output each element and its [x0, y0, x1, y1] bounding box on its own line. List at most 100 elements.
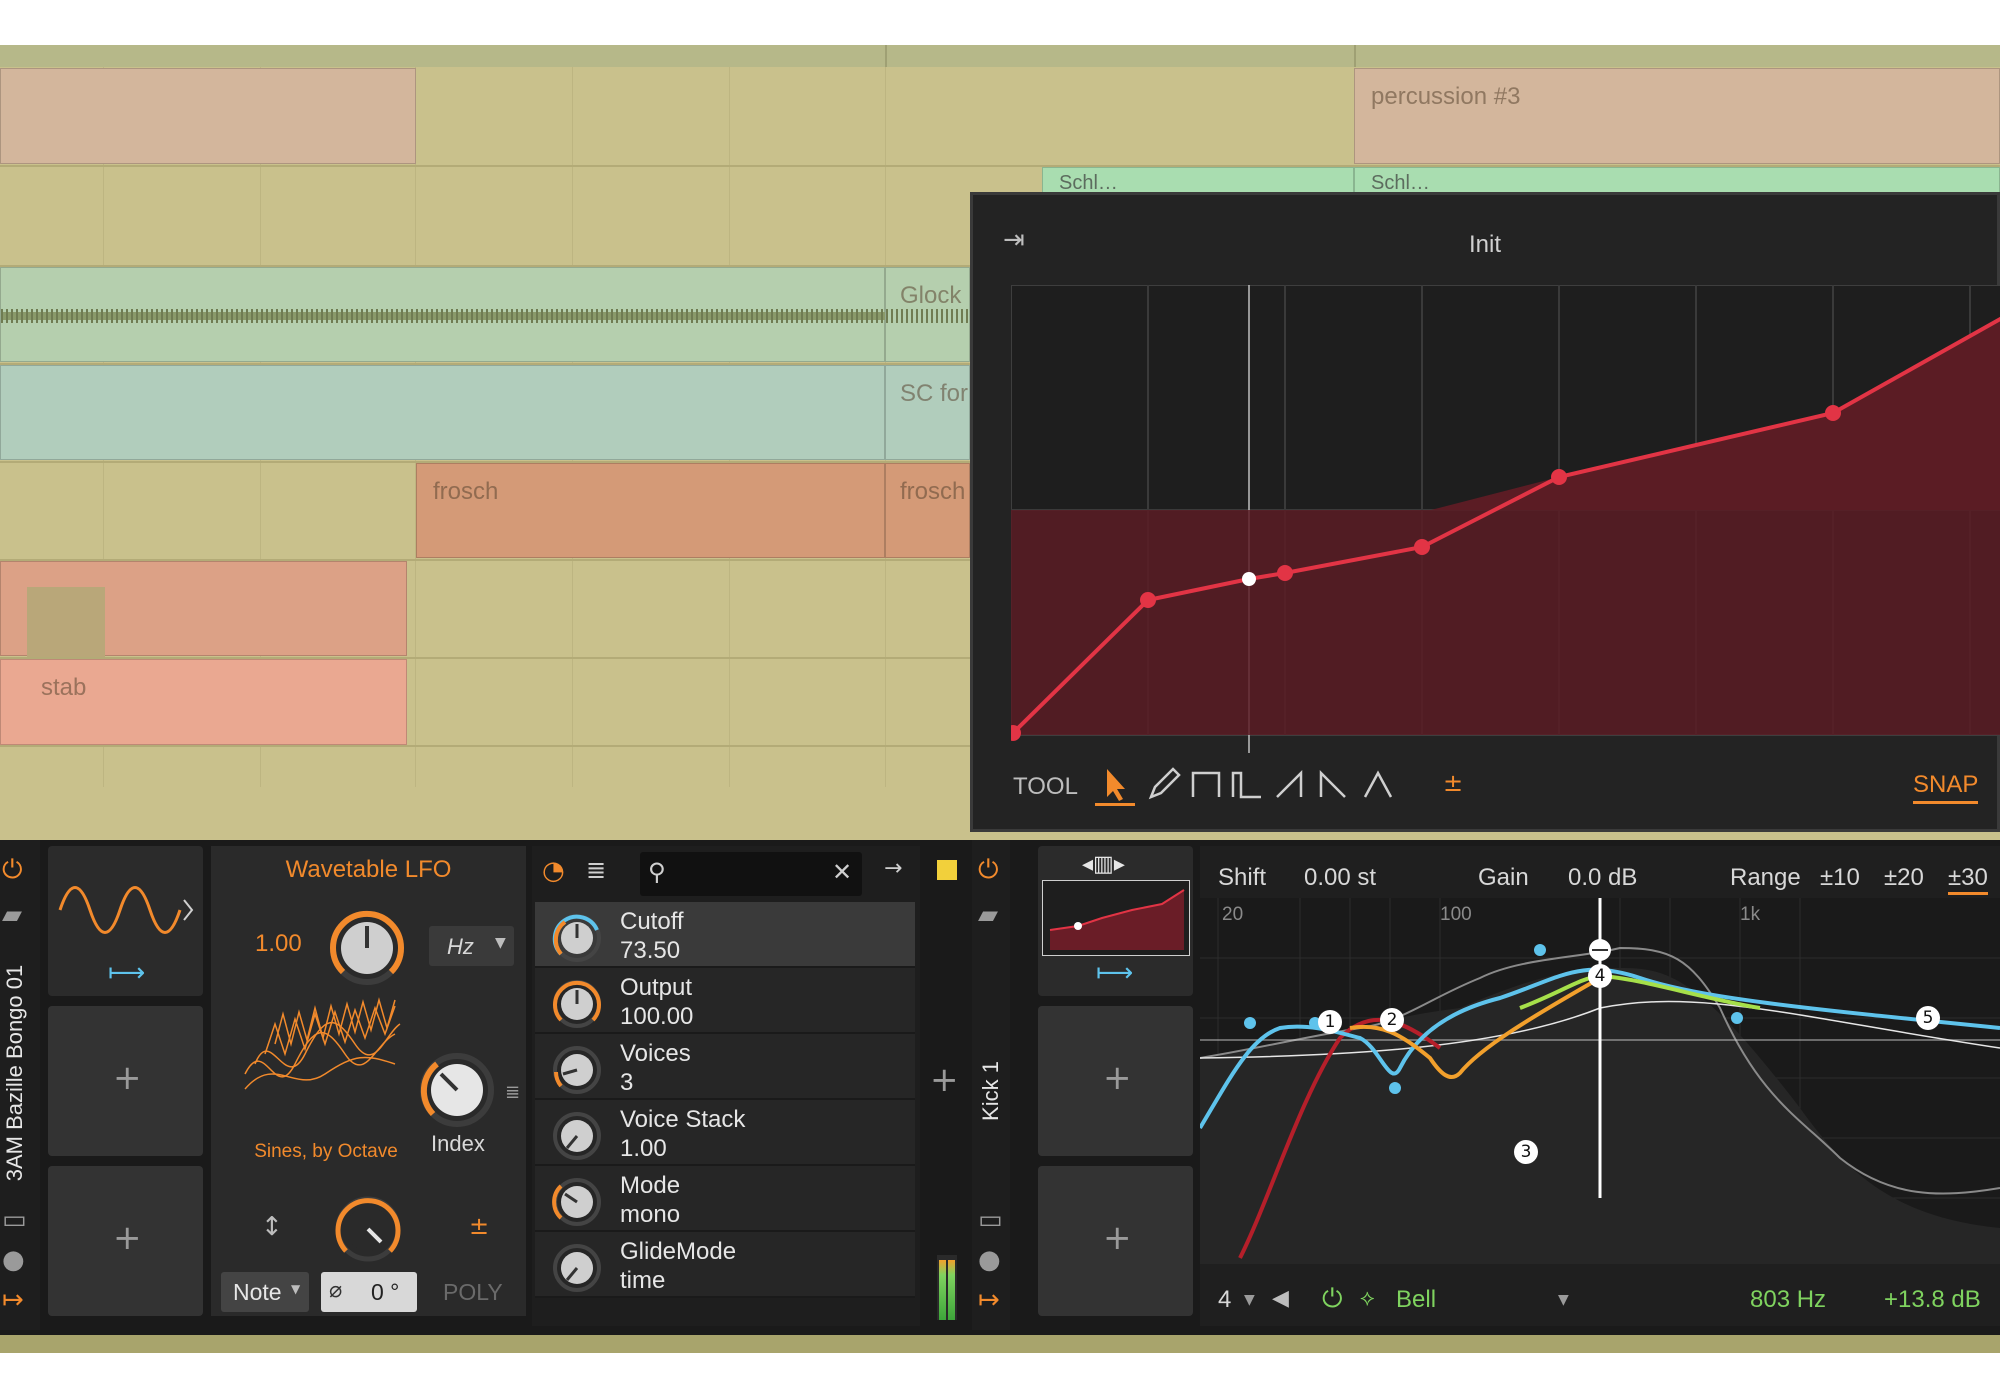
modulator-slot-empty-2[interactable]: +: [48, 1166, 203, 1316]
modulation-arrow-icon[interactable]: ⟼: [1096, 958, 1133, 988]
clip-sc-for[interactable]: SC for: [885, 365, 970, 460]
lfo-slot-active[interactable]: ⟼: [48, 846, 203, 996]
bipolar-toggle[interactable]: ±: [469, 1212, 489, 1240]
param-knob[interactable]: [551, 1242, 603, 1294]
modulator-slot-empty-3[interactable]: +: [1038, 1006, 1193, 1156]
index-knob[interactable]: [417, 1050, 497, 1130]
window-icon[interactable]: ▭: [978, 1205, 1003, 1235]
add-modulator-icon[interactable]: +: [1103, 1058, 1132, 1098]
clock-icon[interactable]: ●: [2, 1245, 25, 1275]
gain-label: Gain: [1478, 864, 1529, 891]
list-view-icon[interactable]: ≣: [586, 856, 606, 884]
param-row-cutoff[interactable]: Cutoff 73.50: [535, 902, 915, 968]
vertical-arrows-icon[interactable]: ↕: [261, 1212, 283, 1242]
pointer-icon[interactable]: [1095, 769, 1135, 806]
close-icon[interactable]: ✕: [832, 858, 852, 886]
curve-graph[interactable]: [1011, 285, 2000, 755]
clip-glock[interactable]: Glock: [885, 267, 971, 362]
chevron-down-icon[interactable]: ▼: [1244, 1292, 1255, 1308]
rate-knob[interactable]: [327, 908, 407, 988]
add-modulator-icon[interactable]: +: [113, 1058, 142, 1098]
clip-schl-b[interactable]: Schl…: [1354, 167, 2000, 195]
add-modulator-icon[interactable]: +: [113, 1218, 142, 1258]
snap-button[interactable]: SNAP: [1913, 771, 1979, 804]
range-option-20[interactable]: ±20: [1884, 864, 1924, 892]
param-row-output[interactable]: Output 100.00: [535, 968, 915, 1034]
clock-icon[interactable]: ●: [978, 1245, 1001, 1275]
clip-sc-long[interactable]: [0, 365, 885, 460]
modulation-arrow-icon[interactable]: ↦: [2, 1285, 24, 1315]
modulation-arrow-icon[interactable]: ↦: [978, 1285, 1000, 1315]
eq-node-5[interactable]: 5: [1916, 1006, 1940, 1030]
gain-value[interactable]: 0.0 dB: [1568, 864, 1637, 892]
square-wave-icon[interactable]: [1191, 771, 1221, 797]
unit-dropdown[interactable]: Hz ▼: [429, 926, 514, 966]
param-knob[interactable]: [551, 978, 603, 1030]
shift-value[interactable]: 0.00 st: [1304, 864, 1376, 892]
eq-node-3[interactable]: 3: [1514, 1140, 1538, 1164]
phase-icon: ⌀: [329, 1278, 343, 1303]
range-option-30[interactable]: ±30: [1948, 864, 1988, 895]
pulse-wave-icon[interactable]: [1231, 771, 1261, 799]
parameter-search-input[interactable]: ⚲ ✕: [640, 852, 862, 896]
depth-knob[interactable]: [331, 1192, 405, 1266]
clip-frosch-1[interactable]: frosch: [416, 463, 885, 558]
pencil-icon[interactable]: [1148, 767, 1181, 800]
phase-field[interactable]: ⌀ 0 °: [321, 1272, 417, 1312]
eq-node-2[interactable]: 2: [1380, 1008, 1404, 1032]
mode-dropdown[interactable]: Note ▼: [221, 1272, 309, 1312]
arrow-right-icon[interactable]: →: [884, 856, 902, 881]
param-knob[interactable]: [551, 1044, 603, 1096]
modulation-arrow-icon[interactable]: ⟼: [108, 958, 145, 988]
band-type[interactable]: Bell: [1396, 1286, 1436, 1314]
param-knob[interactable]: [551, 1176, 603, 1228]
lfo-title: Wavetable LFO: [285, 856, 452, 883]
eq-node-4[interactable]: 4: [1588, 964, 1612, 988]
param-row-mode[interactable]: Mode mono: [535, 1166, 915, 1232]
band-gain[interactable]: +13.8 dB: [1884, 1286, 1981, 1314]
clip-stab[interactable]: stab: [0, 659, 407, 745]
folder-icon[interactable]: ▰: [2, 900, 22, 930]
band-number[interactable]: 4: [1218, 1286, 1231, 1314]
param-knob[interactable]: [551, 912, 603, 964]
range-option-10[interactable]: ±10: [1820, 864, 1860, 892]
triangle-icon[interactable]: [1363, 770, 1393, 798]
speaker-icon[interactable]: ◀: [1272, 1286, 1289, 1311]
band-frequency[interactable]: 803 Hz: [1750, 1286, 1826, 1314]
param-row-voice-stack[interactable]: Voice Stack 1.00: [535, 1100, 915, 1166]
saw-up-icon[interactable]: [1276, 769, 1303, 798]
add-modulator-icon[interactable]: +: [1103, 1218, 1132, 1258]
poly-toggle[interactable]: POLY: [443, 1279, 503, 1306]
eq-node-1[interactable]: 1: [1318, 1010, 1342, 1034]
clip-note-pattern[interactable]: [0, 561, 407, 657]
modulator-slot-empty-4[interactable]: +: [1038, 1166, 1193, 1316]
param-row-glidemode[interactable]: GlideMode time: [535, 1232, 915, 1298]
keyboard-icon[interactable]: ◂▥▸: [1082, 852, 1125, 877]
param-knob[interactable]: [551, 1110, 603, 1162]
clip-percussion-3[interactable]: percussion #3: [1354, 68, 2000, 164]
add-device-icon[interactable]: +: [930, 1060, 959, 1100]
clip-schl-a[interactable]: Schl…: [1042, 167, 1354, 195]
modulator-slot-keytrack[interactable]: ◂▥▸ ⟼: [1038, 846, 1193, 996]
eq-graph[interactable]: [1200, 898, 2000, 1264]
band-power-icon[interactable]: ⏻: [1322, 1284, 1343, 1315]
timeline-ruler[interactable]: [0, 45, 2000, 67]
folder-icon[interactable]: ▰: [978, 900, 998, 930]
power-icon[interactable]: ⏻: [978, 855, 999, 886]
modulator-slot-empty-1[interactable]: +: [48, 1006, 203, 1156]
rate-value[interactable]: 1.00: [255, 930, 302, 958]
plus-minus-toggle[interactable]: ±: [1443, 769, 1463, 797]
wavetable-display[interactable]: [235, 994, 405, 1104]
clip-frosch-2[interactable]: frosch: [885, 463, 970, 558]
chevron-down-icon[interactable]: ▼: [1558, 1292, 1569, 1308]
wavetable-name[interactable]: Sines, by Octave: [231, 1141, 421, 1163]
param-row-voices[interactable]: Voices 3: [535, 1034, 915, 1100]
clip-percussion-left[interactable]: [0, 68, 416, 164]
clip-audio-waveform[interactable]: [0, 267, 886, 362]
knob-view-icon[interactable]: ◔: [542, 856, 565, 886]
track-color-swatch[interactable]: [937, 860, 957, 880]
power-icon[interactable]: ⏻: [2, 855, 23, 886]
list-icon[interactable]: ≣: [505, 1082, 520, 1103]
saw-down-icon[interactable]: [1319, 769, 1346, 798]
window-icon[interactable]: ▭: [2, 1205, 27, 1235]
